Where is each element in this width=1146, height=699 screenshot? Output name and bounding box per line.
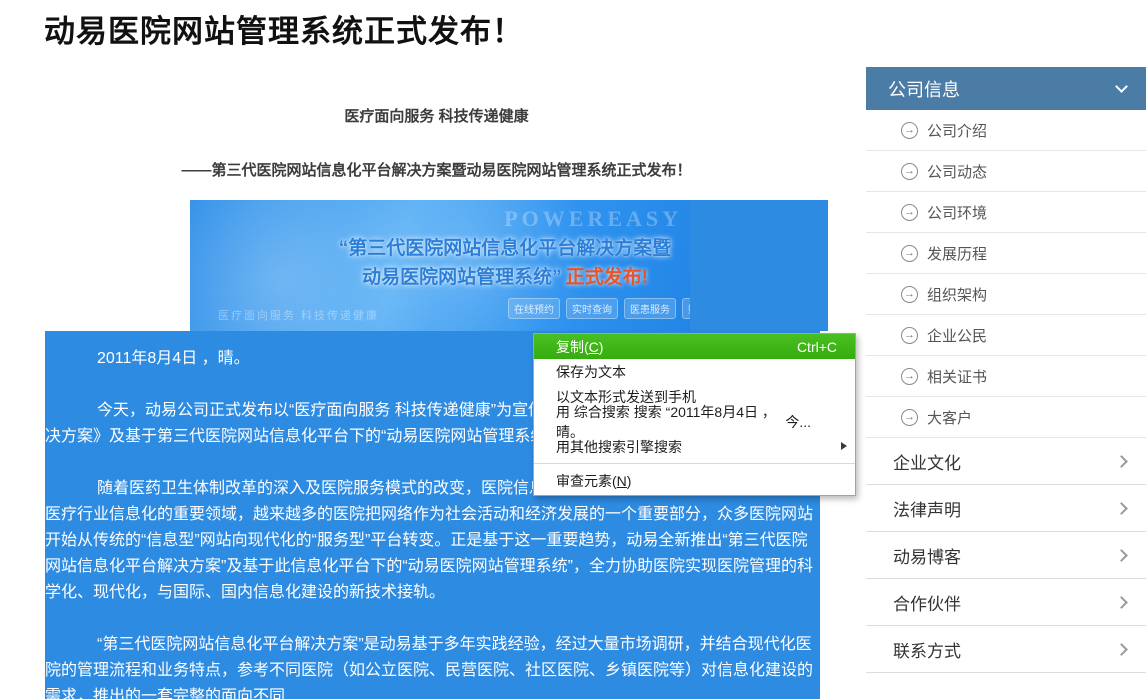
banner-slogan: 医疗面向服务 科技传递健康 bbox=[218, 307, 379, 323]
sidebar-item-label: 公司动态 bbox=[927, 161, 987, 182]
banner-pill: 医患服务 bbox=[624, 298, 676, 319]
arrow-circle-icon: → bbox=[901, 327, 918, 344]
context-menu-item-search-selection[interactable]: 用 综合搜索 搜索 “2011年8月4日 ，晴。 今... bbox=[534, 409, 855, 434]
sidebar-item-label: 公司介绍 bbox=[927, 120, 987, 141]
banner-pill: 在线预约 bbox=[508, 298, 560, 319]
sidebar-item-key-clients[interactable]: → 大客户 bbox=[866, 397, 1146, 438]
chevron-down-icon bbox=[1115, 80, 1128, 93]
arrow-circle-icon: → bbox=[901, 409, 918, 426]
page-title: 动易医院网站管理系统正式发布！ bbox=[44, 6, 524, 51]
copy-label: 复制(C) bbox=[556, 337, 603, 357]
paragraph: “第三代医院网站信息化平台解决方案”是动易基于多年实践经验，经过大量市场调研，并… bbox=[45, 632, 820, 699]
chevron-right-icon bbox=[1115, 455, 1128, 468]
banner-brand-watermark: POWEREASY bbox=[504, 206, 682, 232]
arrow-circle-icon: → bbox=[901, 122, 918, 139]
sidebar-item-label: 公司环境 bbox=[927, 202, 987, 223]
save-as-text-label: 保存为文本 bbox=[556, 362, 626, 382]
sidebar-header-label: 公司信息 bbox=[888, 76, 960, 102]
article-header: 医疗面向服务 科技传递健康 ——第三代医院网站信息化平台解决方案暨动易医院网站管… bbox=[45, 95, 828, 180]
copy-shortcut: Ctrl+C bbox=[797, 339, 837, 355]
inspect-label: 审查元素(N) bbox=[556, 471, 631, 491]
article-headline: ——第三代医院网站信息化平台解决方案暨动易医院网站管理系统正式发布！ bbox=[45, 159, 828, 180]
sidebar-item-company-news[interactable]: → 公司动态 bbox=[866, 151, 1146, 192]
banner-feature-pills: 在线预约 实时查询 医患服务 数据处理 开通服务 bbox=[508, 298, 690, 319]
arrow-circle-icon: → bbox=[901, 368, 918, 385]
context-menu-item-save-as-text[interactable]: 保存为文本 bbox=[534, 359, 855, 384]
sidebar-item-certificates[interactable]: → 相关证书 bbox=[866, 356, 1146, 397]
sidebar-item-company-environment[interactable]: → 公司环境 bbox=[866, 192, 1146, 233]
sidebar-section-label: 法律声明 bbox=[893, 496, 961, 521]
chevron-right-icon bbox=[1115, 549, 1128, 562]
article-slogan: 医疗面向服务 科技传递健康 bbox=[45, 105, 828, 126]
chevron-right-icon bbox=[1115, 643, 1128, 656]
banner-pill: 数据处理 bbox=[682, 298, 690, 319]
search-selection-trailing: 今... bbox=[785, 412, 837, 432]
submenu-arrow-icon bbox=[841, 442, 847, 450]
banner-title-line2: 动易医院网站管理系统” bbox=[362, 267, 562, 288]
sidebar-section-label: 动易博客 bbox=[893, 543, 961, 568]
sidebar: 公司信息 → 公司介绍 → 公司动态 → 公司环境 → 发展历程 → 组织架构 … bbox=[866, 67, 1146, 673]
chevron-right-icon bbox=[1115, 502, 1128, 515]
sidebar-section-blog[interactable]: 动易博客 bbox=[866, 532, 1146, 579]
context-menu-item-other-engines[interactable]: 用其他搜索引擎搜索 bbox=[534, 434, 855, 459]
sidebar-item-label: 相关证书 bbox=[927, 366, 987, 387]
sidebar-item-corporate-citizen[interactable]: → 企业公民 bbox=[866, 315, 1146, 356]
sidebar-item-label: 组织架构 bbox=[927, 284, 987, 305]
banner-selection-row: POWEREASY “第三代医院网站信息化平台解决方案暨 动易医院网站管理系统”… bbox=[190, 200, 828, 331]
other-engines-label: 用其他搜索引擎搜索 bbox=[556, 437, 682, 457]
banner-release-label: 正式发布! bbox=[566, 267, 648, 288]
context-menu-item-copy[interactable]: 复制(C) Ctrl+C bbox=[534, 334, 855, 359]
arrow-circle-icon: → bbox=[901, 163, 918, 180]
arrow-circle-icon: → bbox=[901, 286, 918, 303]
sidebar-section-label: 合作伙伴 bbox=[893, 590, 961, 615]
sidebar-item-development-history[interactable]: → 发展历程 bbox=[866, 233, 1146, 274]
page: 动易医院网站管理系统正式发布！ 医疗面向服务 科技传递健康 ——第三代医院网站信… bbox=[0, 0, 1146, 699]
chevron-right-icon bbox=[1115, 596, 1128, 609]
sidebar-item-company-intro[interactable]: → 公司介绍 bbox=[866, 110, 1146, 151]
banner-title-line1: “第三代医院网站信息化平台解决方案暨 bbox=[339, 238, 672, 259]
sidebar-section-label: 联系方式 bbox=[893, 637, 961, 662]
sidebar-item-label: 企业公民 bbox=[927, 325, 987, 346]
banner-pill: 实时查询 bbox=[566, 298, 618, 319]
sidebar-item-organization[interactable]: → 组织架构 bbox=[866, 274, 1146, 315]
sidebar-header-company-info[interactable]: 公司信息 bbox=[866, 67, 1146, 110]
sidebar-section-label: 企业文化 bbox=[893, 449, 961, 474]
sidebar-section-partners[interactable]: 合作伙伴 bbox=[866, 579, 1146, 626]
banner-image: POWEREASY “第三代医院网站信息化平台解决方案暨 动易医院网站管理系统”… bbox=[190, 200, 690, 331]
banner-title: “第三代医院网站信息化平台解决方案暨 动易医院网站管理系统”正式发布! bbox=[330, 234, 680, 292]
sidebar-item-label: 发展历程 bbox=[927, 243, 987, 264]
sidebar-section-contact[interactable]: 联系方式 bbox=[866, 626, 1146, 673]
context-menu: 复制(C) Ctrl+C 保存为文本 以文本形式发送到手机 用 综合搜索 搜索 … bbox=[533, 333, 856, 496]
arrow-circle-icon: → bbox=[901, 204, 918, 221]
sidebar-section-corporate-culture[interactable]: 企业文化 bbox=[866, 438, 1146, 485]
context-menu-item-inspect[interactable]: 审查元素(N) bbox=[534, 468, 855, 493]
context-menu-separator bbox=[534, 463, 855, 464]
sidebar-section-legal-notice[interactable]: 法律声明 bbox=[866, 485, 1146, 532]
sidebar-item-label: 大客户 bbox=[927, 407, 972, 428]
arrow-circle-icon: → bbox=[901, 245, 918, 262]
